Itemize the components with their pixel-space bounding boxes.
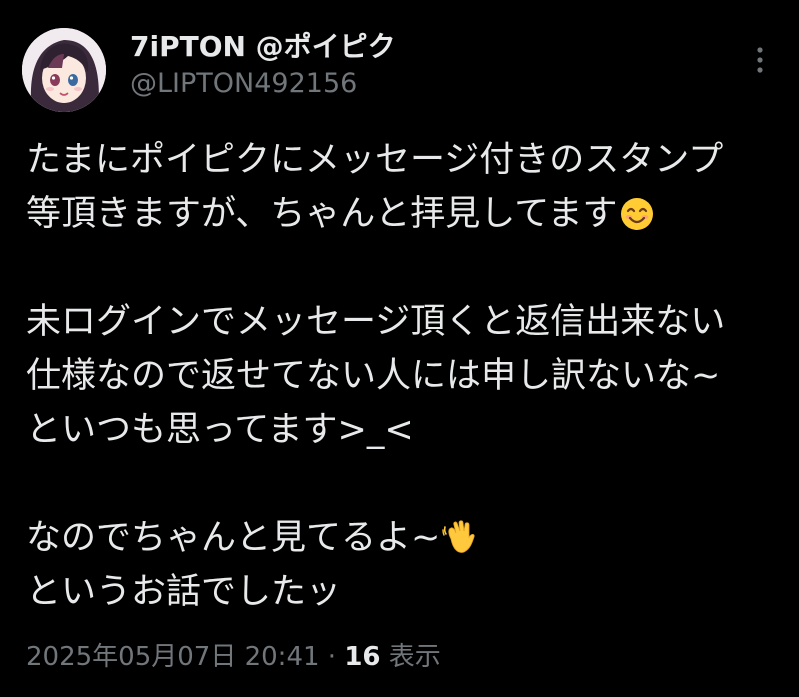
tweet-line: 未ログインでメッセージ頂くと返信出来ない bbox=[26, 302, 726, 342]
tweet-line-with-emoji: 等頂きますが、ちゃんと拝見してます bbox=[26, 187, 786, 241]
author-handle[interactable]: @LIPTON492156 bbox=[130, 68, 690, 100]
tweet-line: というお話でしたッ bbox=[26, 572, 342, 612]
more-options-button[interactable] bbox=[742, 42, 778, 78]
waving-hand-icon bbox=[442, 517, 478, 571]
tweet-meta: 2025年05月07日 20:41 · 16 表示 bbox=[26, 640, 441, 674]
more-vertical-icon bbox=[757, 47, 763, 73]
tweet-card: 7iPTON @ポイピク @LIPTON492156 たまにポイピクにメッセージ… bbox=[0, 0, 799, 697]
author-display-name[interactable]: 7iPTON @ポイピク bbox=[130, 30, 690, 64]
timestamp[interactable]: 2025年05月07日 20:41 bbox=[26, 642, 320, 672]
smiling-face-icon bbox=[620, 193, 654, 247]
tweet-text: たまにポイピクにメッセージ付きのスタンプ 等頂きますが、ちゃんと拝見してます 未… bbox=[26, 133, 786, 619]
views-label: 表示 bbox=[380, 642, 441, 672]
paragraph-break bbox=[26, 457, 786, 511]
tweet-line-text: 等頂きますが、ちゃんと拝見してます bbox=[26, 194, 618, 234]
tweet-line: たまにポイピクにメッセージ付きのスタンプ bbox=[26, 140, 724, 180]
meta-separator: · bbox=[319, 642, 345, 672]
tweet-header: 7iPTON @ポイピク @LIPTON492156 bbox=[130, 30, 690, 100]
tweet-line-text: なのでちゃんと見てるよ~ bbox=[26, 518, 441, 558]
tweet-line: といつも思ってます>_< bbox=[26, 410, 414, 450]
avatar[interactable] bbox=[22, 28, 106, 112]
paragraph-break bbox=[26, 241, 786, 295]
tweet-line: 仕様なので返せてない人には申し訳ないな~ bbox=[26, 356, 721, 396]
views-count[interactable]: 16 bbox=[344, 642, 380, 672]
tweet-line-with-emoji: なのでちゃんと見てるよ~ bbox=[26, 511, 786, 565]
